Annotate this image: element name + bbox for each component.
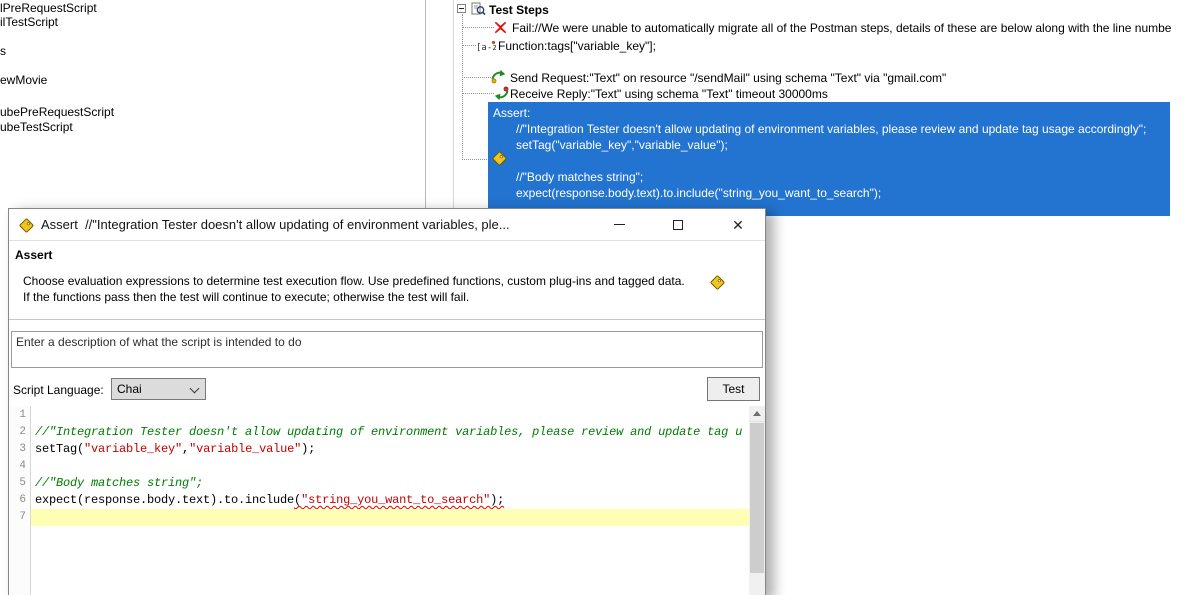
description-hint: Enter a description of what the script i… bbox=[16, 335, 302, 349]
tree-line bbox=[462, 45, 476, 46]
tag-icon bbox=[491, 150, 508, 167]
code-segment-string: "variable_value" bbox=[189, 442, 301, 456]
line-number: 2 bbox=[9, 424, 31, 441]
dialog-titlebar[interactable]: Assert //"Integration Tester doesn't all… bbox=[9, 209, 765, 241]
test-button-label: Test bbox=[722, 382, 744, 396]
script-language-label: Script Language: bbox=[13, 383, 104, 397]
code-segment-plain-error: ); bbox=[490, 493, 504, 507]
code-segment-plain: , bbox=[182, 442, 189, 456]
receive-reply-icon bbox=[494, 86, 509, 101]
test-steps-icon bbox=[471, 2, 486, 16]
assert-step-title: Assert: bbox=[488, 102, 1170, 121]
line-number: 7 bbox=[9, 509, 31, 526]
code-segment-plain-error: ( bbox=[294, 493, 301, 507]
scrollbar-up-icon[interactable] bbox=[749, 406, 765, 422]
line-number: 1 bbox=[9, 407, 31, 424]
test-step[interactable]: Fail://We were unable to automatically m… bbox=[512, 21, 1171, 35]
editor-line[interactable]: 6expect(response.body.text).to.include("… bbox=[9, 492, 749, 509]
assert-step-code-line: setTag("variable_key","variable_value"); bbox=[488, 137, 1170, 153]
test-steps-title[interactable]: Test Steps bbox=[489, 3, 549, 17]
line-code: //"Body matches string"; bbox=[31, 475, 749, 492]
code-segment-plain: ); bbox=[301, 442, 315, 456]
editor-line[interactable]: 7 bbox=[9, 509, 749, 526]
send-request-icon bbox=[491, 69, 506, 84]
code-segment-plain: expect(response.body.text).to.include bbox=[35, 493, 294, 507]
close-icon: ✕ bbox=[732, 218, 744, 232]
code-segment-plain: setTag( bbox=[35, 442, 84, 456]
line-code: setTag("variable_key","variable_value"); bbox=[31, 441, 749, 458]
assert-step-code-line bbox=[488, 153, 1170, 169]
screen: lPreRequestScriptilTestScriptsewMovieube… bbox=[0, 0, 1188, 595]
tree-line bbox=[462, 159, 491, 160]
combo-arrow-icon bbox=[190, 384, 200, 394]
editor-line[interactable]: 4 bbox=[9, 458, 749, 475]
assert-step-code-line: //"Integration Tester doesn't allow upda… bbox=[488, 121, 1170, 137]
editor-lines: 1 2 //"Integration Tester doesn't allow u… bbox=[9, 407, 749, 526]
code-segment-string-error: "string_you_want_to_search" bbox=[301, 493, 490, 507]
tree-line bbox=[462, 27, 494, 28]
test-step[interactable]: Send Request:"Text" on resource "/sendMa… bbox=[510, 71, 946, 85]
maximize-button[interactable] bbox=[663, 209, 693, 240]
line-code: //"Integration Tester doesn't allow upda… bbox=[31, 424, 749, 441]
tag-icon bbox=[18, 217, 35, 234]
tree-line bbox=[462, 93, 494, 94]
line-number: 4 bbox=[9, 458, 31, 475]
dialog-title: Assert //"Integration Tester doesn't all… bbox=[41, 217, 585, 232]
close-button[interactable]: ✕ bbox=[723, 209, 753, 240]
code-segment-comment: //"Body matches string"; bbox=[35, 476, 203, 490]
maximize-icon bbox=[673, 220, 683, 230]
test-button[interactable]: Test bbox=[707, 377, 760, 401]
code-segment-comment: //"Integration Tester doesn't allow upda… bbox=[35, 425, 742, 439]
script-editor[interactable]: 1 2 //"Integration Tester doesn't allow u… bbox=[9, 406, 765, 595]
dialog-header: Assert Choose evaluation expressions to … bbox=[9, 241, 765, 320]
editor-line[interactable]: 2 //"Integration Tester doesn't allow upd… bbox=[9, 424, 749, 441]
dialog-description-line1: Choose evaluation expressions to determi… bbox=[23, 274, 685, 288]
scrollbar-thumb[interactable] bbox=[750, 423, 764, 573]
line-number: 5 bbox=[9, 475, 31, 492]
line-code: expect(response.body.text).to.include("s… bbox=[31, 492, 749, 509]
line-number: 3 bbox=[9, 441, 31, 458]
test-step[interactable]: Function:tags["variable_key"]; bbox=[498, 39, 656, 53]
fail-icon bbox=[494, 21, 507, 34]
tree-line bbox=[462, 77, 491, 78]
editor-line[interactable]: 1 bbox=[9, 407, 749, 424]
script-language-value: Chai bbox=[117, 382, 142, 396]
svg-text:[a-z]: [a-z] bbox=[476, 43, 496, 53]
tree-line bbox=[462, 14, 463, 160]
dialog-heading: Assert bbox=[15, 248, 52, 262]
description-input[interactable]: Enter a description of what the script i… bbox=[11, 331, 763, 368]
editor-line[interactable]: 5 //"Body matches string"; bbox=[9, 475, 749, 492]
assert-dialog: Assert //"Integration Tester doesn't all… bbox=[8, 208, 766, 595]
assert-step-code-line: //"Body matches string"; bbox=[488, 169, 1170, 185]
editor-scrollbar[interactable] bbox=[749, 406, 765, 595]
assert-step-selected[interactable]: Assert://"Integration Tester doesn't all… bbox=[488, 102, 1170, 216]
function-icon: [a-z] bbox=[476, 40, 496, 53]
assert-step-code-line: expect(response.body.text).to.include("s… bbox=[488, 185, 1170, 201]
minimize-button[interactable] bbox=[604, 209, 634, 240]
line-code bbox=[31, 407, 749, 424]
line-code bbox=[31, 458, 749, 475]
test-step[interactable]: Receive Reply:"Text" using schema "Text"… bbox=[510, 87, 828, 101]
collapse-expander[interactable] bbox=[457, 4, 466, 13]
tag-icon bbox=[709, 274, 726, 291]
minimize-icon bbox=[614, 224, 625, 225]
dialog-description-line2: If the functions pass then the test will… bbox=[23, 290, 469, 304]
line-code bbox=[31, 509, 749, 526]
editor-line[interactable]: 3setTag("variable_key","variable_value")… bbox=[9, 441, 749, 458]
code-segment-string: "variable_key" bbox=[84, 442, 182, 456]
script-language-select[interactable]: Chai bbox=[111, 378, 206, 400]
line-number: 6 bbox=[9, 492, 31, 509]
